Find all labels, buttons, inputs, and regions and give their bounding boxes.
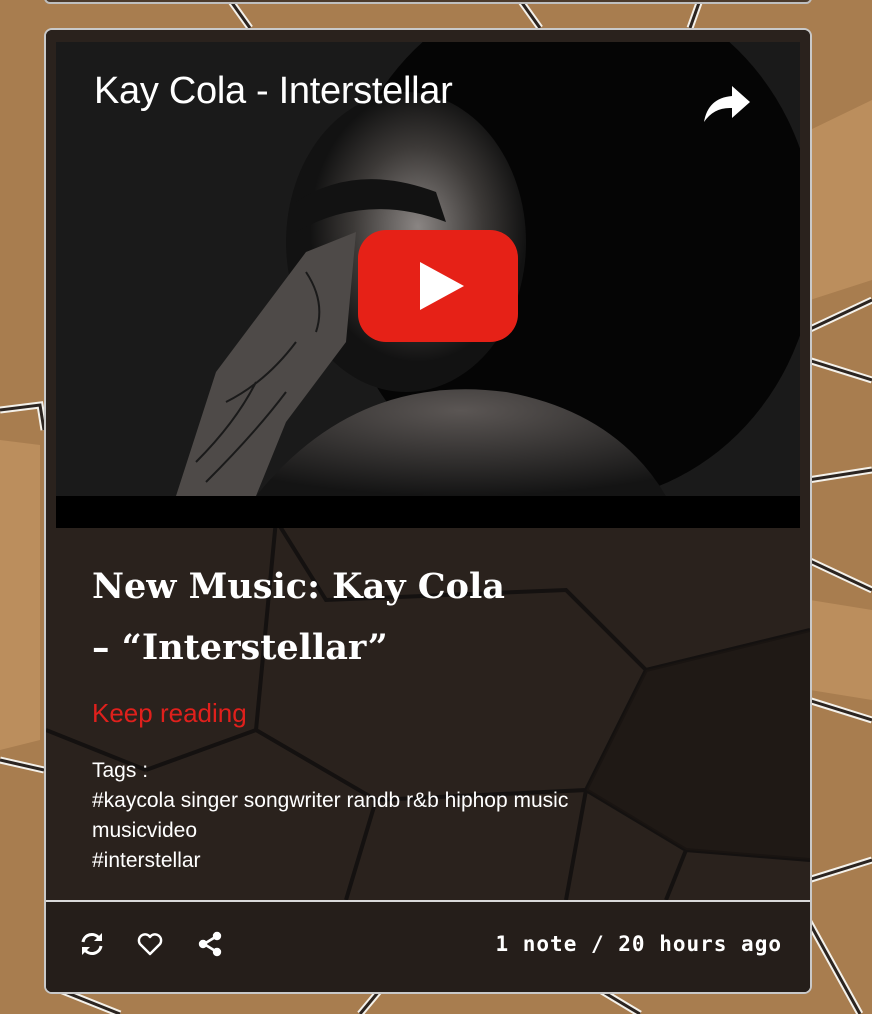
heart-icon[interactable] xyxy=(136,930,164,958)
tag-link[interactable]: songwriter xyxy=(244,789,341,812)
post-card: Kay Cola - Interstellar New Music: Kay C… xyxy=(44,28,812,994)
youtube-embed[interactable]: Kay Cola - Interstellar xyxy=(56,42,800,528)
tags-line-1: #kaycola singer songwriter randb r&b hip… xyxy=(92,786,732,816)
post-title-line2: – “Interstellar” xyxy=(92,627,388,668)
keep-reading-link[interactable]: Keep reading xyxy=(92,698,247,729)
video-title[interactable]: Kay Cola - Interstellar xyxy=(94,70,453,113)
tags-line-3: #interstellar xyxy=(92,846,732,876)
youtube-play-icon[interactable] xyxy=(358,230,518,342)
tag-link[interactable]: r&b xyxy=(406,789,439,812)
tag-link[interactable]: #kaycola xyxy=(92,789,175,812)
tag-link[interactable]: #interstellar xyxy=(92,849,201,872)
tag-link[interactable]: music xyxy=(514,789,569,812)
tag-link[interactable]: hiphop xyxy=(445,789,508,812)
previous-post-edge xyxy=(44,0,812,4)
tag-link[interactable]: randb xyxy=(347,789,401,812)
post-footer: 1 note / 20 hours ago xyxy=(46,900,810,992)
tags-section: Tags : #kaycola singer songwriter randb … xyxy=(92,756,732,876)
share-arrow-icon[interactable] xyxy=(702,84,752,124)
tag-link[interactable]: singer xyxy=(181,789,238,812)
reblog-icon[interactable] xyxy=(78,930,106,958)
post-title-line1: New Music: Kay Cola xyxy=(92,566,505,607)
notes-and-timestamp[interactable]: 1 note / 20 hours ago xyxy=(495,932,782,956)
share-icon[interactable] xyxy=(196,930,224,958)
tag-link[interactable]: musicvideo xyxy=(92,819,197,842)
post-title[interactable]: New Music: Kay Cola – “Interstellar” xyxy=(92,556,612,678)
tags-line-2: musicvideo xyxy=(92,816,732,846)
tags-label: Tags : xyxy=(92,759,149,782)
